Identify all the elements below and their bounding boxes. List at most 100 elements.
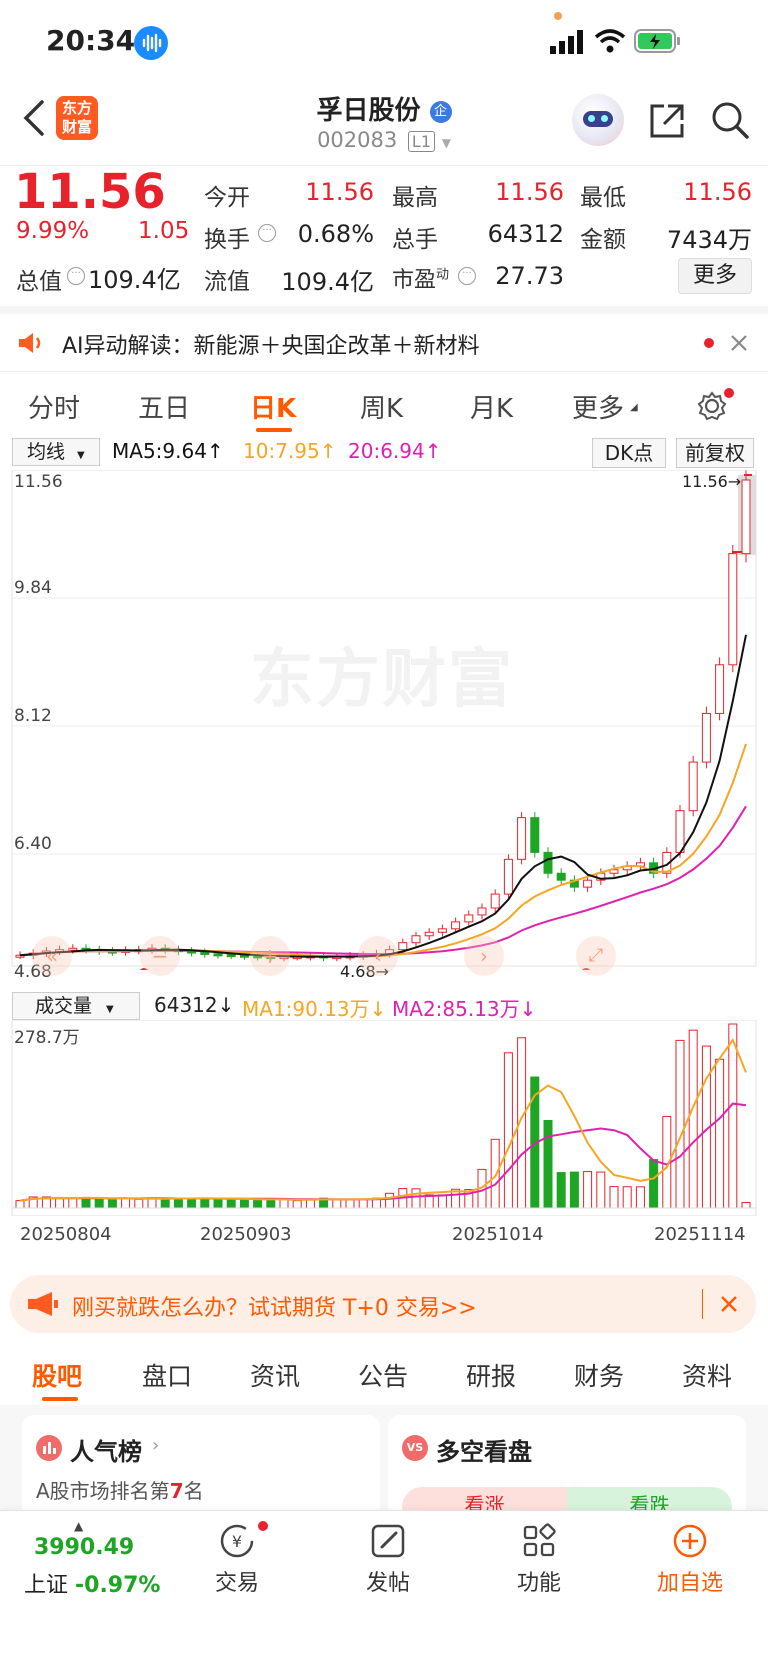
axis-label: 11.56 [14,472,63,492]
tab-monthly-k[interactable]: 月K [470,388,513,425]
date-label: 20250804 [20,1224,112,1245]
more-button[interactable]: 更多 [678,258,752,294]
candle [503,858,513,895]
volume-bar [239,1198,249,1209]
ai-banner[interactable]: AI异动解读：新能源＋央国企改革＋新材料 [0,306,768,372]
index-value[interactable]: 3990.49 [34,1535,134,1560]
tab-announcements[interactable]: 公告 [358,1357,408,1393]
unread-dot [704,338,714,348]
gear-icon[interactable] [696,390,728,422]
chart-bar-icon [36,1435,62,1461]
volume-panel [11,1020,757,1216]
candle [411,935,421,944]
grid-icon [523,1523,556,1557]
tab-profile[interactable]: 资料 [682,1357,732,1393]
candle [530,817,540,853]
trade-button[interactable]: ¥ 交易 [182,1521,292,1597]
stock-code: 002083 [317,128,398,152]
candle [464,914,474,923]
total-value: 109.4亿 [88,266,181,294]
volume-bar [609,1186,619,1209]
edit-icon [371,1524,405,1558]
candle [701,712,711,763]
assistant-avatar-icon[interactable] [572,94,624,146]
volume-bar [503,1052,513,1209]
field-label: 流值 [204,269,250,295]
volume-bar [200,1197,210,1209]
index-name-change[interactable]: 上证 -0.97% [24,1567,160,1599]
trade-label: 交易 [214,1571,259,1596]
chart-nav-prev-icon[interactable]: ‹ [358,936,398,976]
volume-bar [688,1029,698,1209]
zoom-in-icon[interactable]: + [250,936,290,976]
kline-chart[interactable]: 均线 ▼ MA5:9.64↑ 10:7.95↑ 20:6.94↑ DK点 前复权 … [0,438,768,1258]
svg-text:¥: ¥ [232,1532,242,1551]
tab-guba[interactable]: 股吧 [32,1357,82,1393]
share-icon[interactable] [648,102,686,140]
volume-bar [121,1197,131,1209]
candle [398,942,408,951]
ma-select-label: 均线 [27,441,66,463]
voice-icon [134,26,168,60]
chart-nav-first-icon[interactable]: « [32,936,72,976]
chart-nav-next-icon[interactable]: › [464,936,504,976]
tab-weekly-k[interactable]: 周K [360,388,403,425]
fullscreen-icon[interactable]: ⤢ [576,936,616,976]
candle [424,931,434,937]
level-badge: L1 [407,131,436,152]
volume-bar [94,1197,104,1209]
dk-point-button[interactable]: DK点 [592,438,666,468]
axis-label: 8.12 [14,706,52,726]
tab-intraday[interactable]: 分时 [28,388,80,425]
pe-sup: 动 [436,267,450,283]
active-tab-indicator [42,1397,78,1401]
adjust-button[interactable]: 前复权 [676,438,754,468]
volume-bar [266,1198,276,1209]
pe-value: 27.73 [495,262,564,290]
tab-finance[interactable]: 财务 [574,1357,624,1393]
tab-five-day[interactable]: 五日 [138,388,190,425]
bull-bear-card[interactable]: VS 多空看盘 看涨 看跌 [388,1415,746,1527]
info-icon[interactable]: ··· [458,267,476,285]
candle [200,951,210,955]
futures-ad-banner[interactable]: 刚买就跌怎么办？试试期货 T+0 交易>> [10,1275,756,1333]
post-button[interactable]: 发帖 [333,1521,443,1597]
volume-bar [81,1197,91,1209]
tab-order-book[interactable]: 盘口 [142,1357,192,1393]
close-icon[interactable] [720,1295,738,1313]
status-time: 20:34 [46,24,136,57]
popularity-card[interactable]: 人气榜 › A股市场排名第7名 [22,1415,380,1525]
wifi-icon [594,29,626,53]
add-watchlist-button[interactable]: 加自选 [635,1521,745,1597]
search-icon[interactable] [710,100,750,140]
volume-bar [556,1172,566,1209]
watermark: 东方财富 [250,643,514,717]
volume-bar [411,1188,421,1209]
candle [543,851,553,874]
volume-bar [583,1171,593,1209]
stock-header: 东方 财富 孚日股份 企 002083 L1 ▼ [0,90,768,166]
triangle-icon: ◢ [630,402,638,413]
volume-select[interactable]: 成交量 ▼ [12,992,140,1020]
change-percent: 9.99% [16,218,90,244]
function-button[interactable]: 功能 [484,1521,594,1597]
tab-research[interactable]: 研报 [466,1357,516,1393]
tab-news[interactable]: 资讯 [250,1357,300,1393]
chevron-down-icon: ▼ [106,1004,114,1015]
plus-circle-icon [673,1524,707,1558]
info-icon[interactable]: ··· [67,267,85,285]
signal-icon [550,30,583,54]
info-icon[interactable]: ··· [258,224,276,242]
rank-number: 7 [169,1479,184,1503]
candle [715,664,725,714]
candle [451,921,461,930]
tab-more[interactable]: 更多 [572,388,624,425]
ai-prefix: AI异动解读： [62,334,194,359]
ad-text: 刚买就跌怎么办？试试期货 T+0 交易>> [72,1296,477,1321]
last-price: 11.56 [14,164,166,220]
add-watchlist-label: 加自选 [656,1571,723,1596]
zoom-out-icon[interactable]: − [140,936,180,976]
tab-daily-k[interactable]: 日K [250,388,296,425]
ma-select[interactable]: 均线 ▼ [12,438,100,466]
close-icon[interactable] [730,334,748,352]
